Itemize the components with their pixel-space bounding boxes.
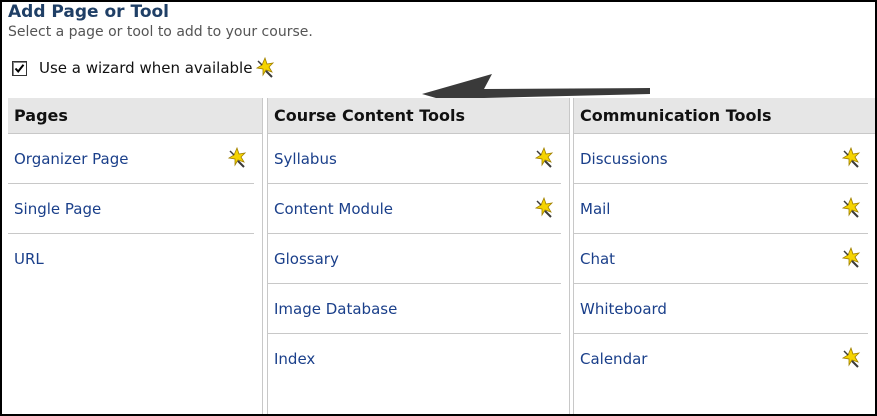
item-label[interactable]: Whiteboard [580, 300, 667, 318]
item-label[interactable]: Chat [580, 250, 615, 268]
item-label[interactable]: Syllabus [274, 150, 337, 168]
magic-wand-icon [840, 346, 862, 369]
list-item-index[interactable]: Index [268, 334, 569, 384]
item-label[interactable]: URL [14, 250, 44, 268]
list-item-chat[interactable]: Chat [574, 234, 875, 284]
list-item-image-database[interactable]: Image Database [268, 284, 569, 334]
add-page-or-tool-panel: Add Page or Tool Select a page or tool t… [0, 0, 877, 416]
item-label[interactable]: Index [274, 350, 315, 368]
column-pages: Pages Organizer Page Single Page URL [8, 98, 263, 414]
list-item-whiteboard[interactable]: Whiteboard [574, 284, 875, 334]
magic-wand-icon [840, 146, 862, 169]
item-label[interactable]: Calendar [580, 350, 647, 368]
magic-wand-icon [533, 146, 555, 169]
item-label[interactable]: Discussions [580, 150, 668, 168]
list-item-mail[interactable]: Mail [574, 184, 875, 234]
wizard-option-row: Use a wizard when available [12, 56, 276, 79]
magic-wand-icon [840, 196, 862, 219]
item-label[interactable]: Organizer Page [14, 150, 128, 168]
column-course-content-tools: Course Content Tools Syllabus Content Mo… [267, 98, 570, 414]
column-header-pages: Pages [8, 98, 262, 134]
magic-wand-icon [533, 196, 555, 219]
page-tool-table: Pages Organizer Page Single Page URL Cou… [8, 98, 875, 414]
page-title: Add Page or Tool [8, 2, 170, 22]
list-item-syllabus[interactable]: Syllabus [268, 134, 569, 184]
item-label[interactable]: Image Database [274, 300, 397, 318]
item-label[interactable]: Glossary [274, 250, 339, 268]
list-item-glossary[interactable]: Glossary [268, 234, 569, 284]
list-item-single-page[interactable]: Single Page [8, 184, 262, 234]
item-label[interactable]: Mail [580, 200, 610, 218]
list-item-content-module[interactable]: Content Module [268, 184, 569, 234]
magic-wand-icon [226, 146, 248, 169]
use-wizard-checkbox[interactable] [12, 60, 27, 76]
column-header-course-content-tools: Course Content Tools [268, 98, 569, 134]
page-subtitle: Select a page or tool to add to your cou… [8, 24, 313, 40]
list-item-calendar[interactable]: Calendar [574, 334, 875, 384]
column-communication-tools: Communication Tools Discussions Mail Cha… [573, 98, 875, 414]
check-icon [14, 63, 25, 73]
magic-wand-icon [840, 246, 862, 269]
list-item-discussions[interactable]: Discussions [574, 134, 875, 184]
column-header-communication-tools: Communication Tools [574, 98, 875, 134]
magic-wand-icon [254, 56, 276, 79]
item-label[interactable]: Single Page [14, 200, 101, 218]
list-item-organizer-page[interactable]: Organizer Page [8, 134, 262, 184]
use-wizard-label[interactable]: Use a wizard when available [39, 59, 252, 77]
list-item-url[interactable]: URL [8, 234, 262, 284]
item-label[interactable]: Content Module [274, 200, 393, 218]
